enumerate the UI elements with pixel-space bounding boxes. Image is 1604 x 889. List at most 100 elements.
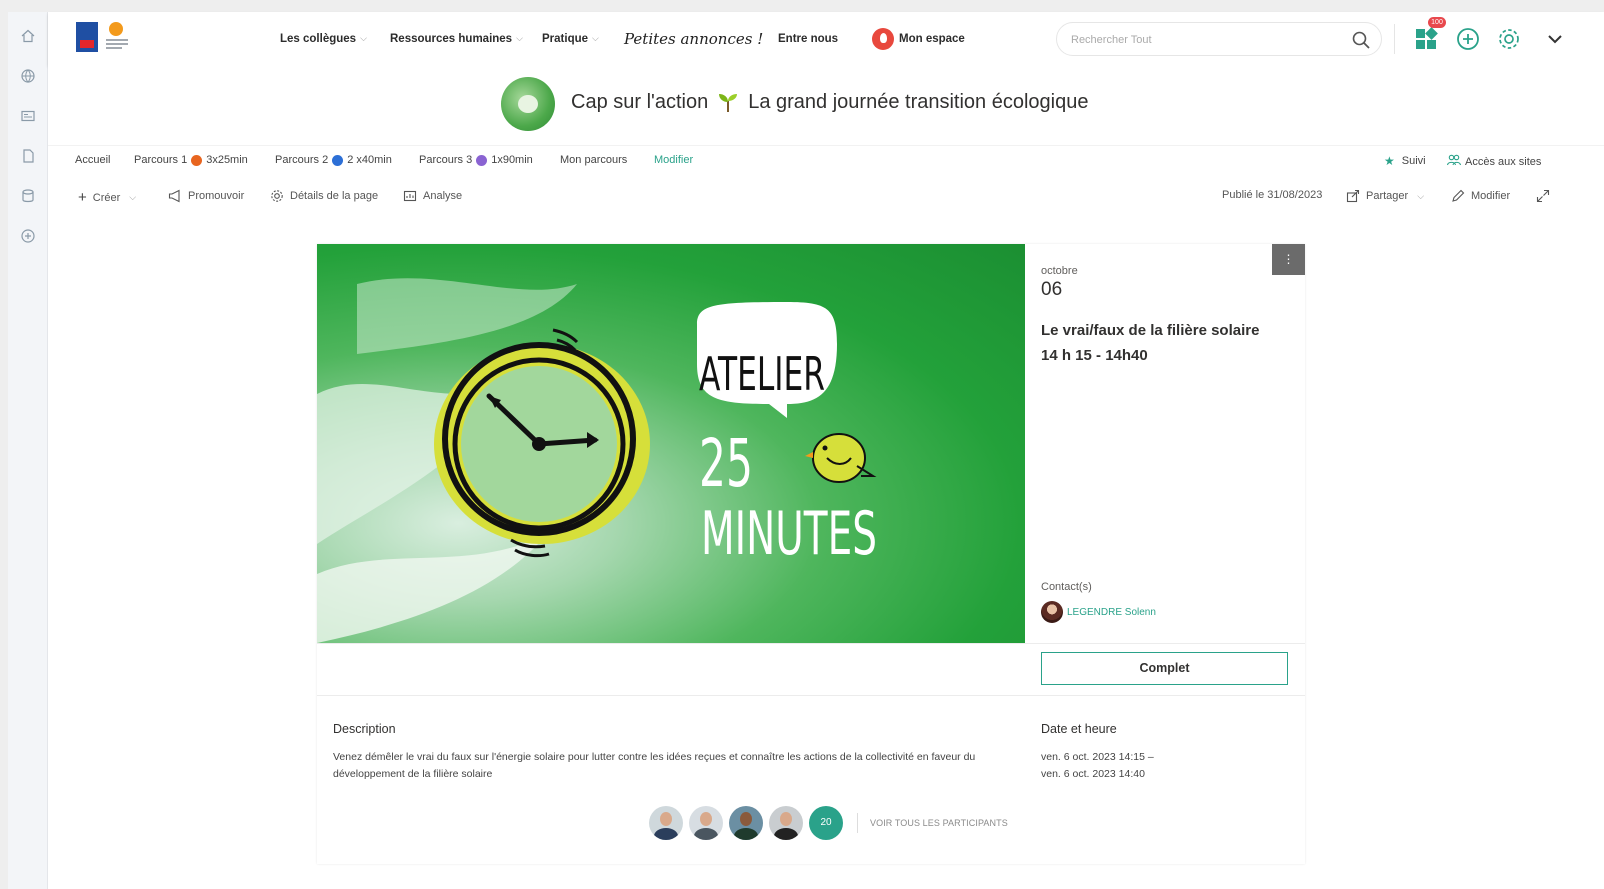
site-access-button[interactable]: Accès aux sites [1446,154,1541,169]
page-details-label: Détails de la page [290,190,379,202]
published-label: Publié le 31/08/2023 [1222,189,1323,201]
notification-badge: 100 [1428,17,1446,28]
edit-button[interactable]: Modifier [1451,189,1510,203]
analytics-icon [403,189,417,203]
site-header: Cap sur l'action La grand journée transi… [48,65,1604,145]
document-icon[interactable] [20,148,36,164]
nav-item-label: Les collègues [280,32,357,45]
purple-dot-icon [476,154,488,166]
nav-link-suffix: 3x25min [206,154,248,166]
share-icon [1346,189,1360,203]
avatar[interactable] [689,806,723,840]
nav-link-home[interactable]: Accueil [75,154,110,166]
event-card: ATELIER 25 MINUTES ⋮ octobre 06 Le vrai/… [317,244,1305,864]
page-details-button[interactable]: Détails de la page [270,189,378,203]
top-navigation-bar: Les collègues ⌵ Ressources humaines ⌵ Prat… [48,12,1604,65]
database-icon[interactable] [20,188,36,204]
more-options-button[interactable]: ⋮ [1272,244,1305,275]
published-date: Publié le 31/08/2023 [1222,189,1322,201]
sprout-icon [716,90,740,114]
nav-link-label: Parcours 3 [419,154,473,166]
app-launcher-icon[interactable] [1414,26,1440,52]
news-icon[interactable] [20,108,36,124]
follow-label: Suivi [1401,155,1426,167]
pencil-icon [1451,189,1465,203]
nav-link-label: Parcours 2 [275,154,329,166]
event-title-block: Le vrai/faux de la filière solaire 14 h … [1041,318,1291,368]
nav-item-human-resources[interactable]: Ressources humaines ⌵ [390,12,523,65]
promote-label: Promouvoir [188,190,245,202]
search-icon[interactable] [1351,30,1371,50]
nav-item-label: Entre nous [778,32,839,45]
contacts-label: Contact(s) [1041,581,1092,593]
chevron-down-icon: ⌵ [360,33,367,43]
nav-item-colleagues[interactable]: Les collègues ⌵ [280,12,367,65]
nav-link-track-1[interactable]: Parcours 1 3x25min [134,154,248,166]
command-bar: + Créer ⌵ Promouvoir Détails de la page … [48,180,1604,214]
nav-link-suffix: 2 x40min [347,154,392,166]
datetime-text: ven. 6 oct. 2023 14:15 – ven. 6 oct. 202… [1041,749,1154,783]
event-day: 06 [1041,279,1063,300]
follow-button[interactable]: ★ Suivi [1384,154,1426,168]
chevron-down-icon[interactable] [1542,26,1568,52]
event-month: octobre [1041,265,1078,277]
app-rail [8,12,48,889]
description-text: Venez démêler le vrai du faux sur l'éner… [333,751,976,780]
promote-button[interactable]: Promouvoir [168,189,244,203]
avatar[interactable]: .p1::after{} [649,806,683,840]
nav-link-label: Parcours 1 [134,154,188,166]
avatar[interactable] [729,806,763,840]
analytics-label: Analyse [423,190,463,202]
datetime-end: ven. 6 oct. 2023 14:40 [1041,768,1145,780]
nav-link-my-track[interactable]: Mon parcours [560,154,627,166]
organization-logo[interactable] [76,22,98,52]
plus-icon: + [78,189,87,206]
datetime-start: ven. 6 oct. 2023 14:15 – [1041,751,1154,763]
nav-item-label: Ressources humaines [390,32,513,45]
participants-count-badge[interactable]: 20 [809,806,843,840]
create-button[interactable]: + Créer ⌵ [78,189,136,206]
analytics-button[interactable]: Analyse [403,189,462,203]
share-button[interactable]: Partager ⌵ [1346,189,1424,203]
gear-icon [270,189,284,203]
contact-person[interactable]: LEGENDRE Solenn [1041,601,1156,623]
create-label: Créer [92,191,121,204]
share-label: Partager [1366,190,1409,202]
partner-logo[interactable] [104,22,130,52]
site-title-part1: Cap sur l'action [571,90,709,113]
gear-icon[interactable] [1496,26,1522,52]
search-input[interactable] [1071,31,1331,49]
chevron-down-icon: ⌵ [592,33,599,43]
nav-item-label: Pratique [542,32,589,45]
nav-item-classifieds[interactable]: Petites annonces ! [624,12,763,65]
nav-link-label: Mon parcours [560,154,628,166]
site-logo[interactable] [501,77,555,131]
search-box[interactable] [1056,22,1382,56]
chevron-down-icon: ⌵ [129,192,137,202]
see-all-participants-link[interactable]: VOIR TOUS LES PARTICIPANTS [870,818,1008,828]
registration-status-button[interactable]: Complet [1041,652,1288,685]
avatar [1041,601,1063,623]
chevron-down-icon: ⌵ [516,33,523,43]
nav-link-track-3[interactable]: Parcours 3 1x90min [419,154,533,166]
nav-edit-link[interactable]: Modifier [654,154,693,166]
expand-button[interactable] [1536,189,1550,203]
participants-row: .p1::after{} 20 VOIR TOUS LES PARTICIPAN… [649,806,1008,840]
orange-dot-icon [191,154,203,166]
nav-item-label: Mon espace [899,32,965,45]
add-circle-icon[interactable] [20,228,36,244]
home-icon[interactable] [20,28,36,44]
nav-item-between-us[interactable]: Entre nous [778,12,838,65]
divider [317,643,1305,644]
add-circle-icon[interactable] [1455,26,1481,52]
nav-item-my-space[interactable]: Mon espace [872,12,965,65]
megaphone-icon [168,189,182,203]
hero-text-atelier: ATELIER [699,347,825,401]
globe-icon[interactable] [20,68,36,84]
avatar[interactable] [769,806,803,840]
nav-link-track-2[interactable]: Parcours 2 2 x40min [275,154,392,166]
site-title: Cap sur l'action La grand journée transi… [571,90,1088,114]
nav-item-practical[interactable]: Pratique ⌵ [542,12,599,65]
divider [857,813,858,833]
site-title-part2: La grand journée transition écologique [748,90,1089,113]
